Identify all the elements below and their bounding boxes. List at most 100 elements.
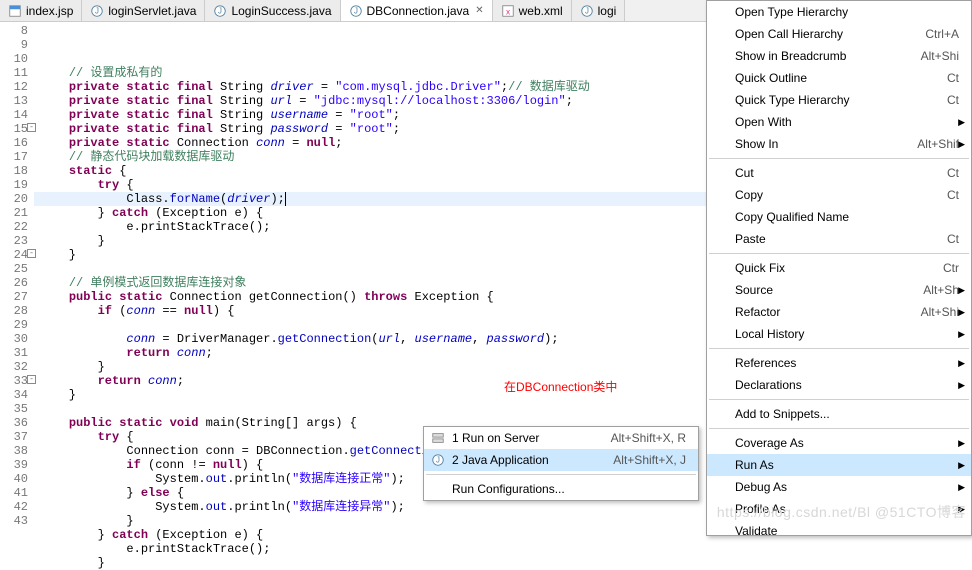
menu-item-label: Copy (735, 188, 763, 202)
shortcut: Alt+Shi (921, 49, 959, 63)
ctx-open-with[interactable]: Open With▶ (707, 111, 971, 133)
shortcut: Ct (947, 166, 959, 180)
ctx-declarations[interactable]: Declarations▶ (707, 374, 971, 396)
menu-item-label: Run As (735, 458, 774, 472)
shortcut: Alt+Shift+X, J (613, 453, 686, 467)
shortcut: Ct (947, 232, 959, 246)
svg-text:J: J (218, 6, 222, 15)
submenu-arrow-icon: ▶ (958, 482, 965, 493)
menu-item-label: References (735, 356, 796, 370)
menu-separator (426, 474, 696, 475)
menu-item-label: 2 Java Application (452, 453, 549, 467)
context-menu[interactable]: Open Type Hierarchy Open Call Hierarchy Ct… (706, 0, 972, 536)
submenu-arrow-icon: ▶ (958, 358, 965, 369)
code-line[interactable]: e.printStackTrace(); (34, 542, 972, 556)
menu-separator (709, 428, 969, 429)
menu-separator (709, 158, 969, 159)
tab-label: LoginSuccess.java (231, 4, 331, 18)
menu-item-label: Coverage As (735, 436, 804, 450)
run-as-submenu[interactable]: 1 Run on Server Alt+Shift+X, R J 2 Java App… (423, 426, 699, 501)
ctx-source[interactable]: Source Alt+Sh▶ (707, 279, 971, 301)
submenu-arrow-icon: ▶ (958, 380, 965, 391)
menu-item-label: Run Configurations... (452, 482, 565, 496)
ctx-copy[interactable]: Copy Ct (707, 184, 971, 206)
menu-separator (709, 253, 969, 254)
menu-item-label: Paste (735, 232, 766, 246)
tab-loginservlet-java[interactable]: JloginServlet.java (82, 0, 205, 21)
tab-dbconnection-java[interactable]: J DBConnection.java ✕ (341, 0, 493, 21)
ctx-open-type-hierarchy[interactable]: Open Type Hierarchy (707, 1, 971, 23)
svg-text:J: J (354, 6, 358, 15)
ctx-local-history[interactable]: Local History▶ (707, 323, 971, 345)
submenu-arrow-icon: ▶ (958, 285, 965, 296)
server-icon (430, 430, 446, 446)
ctx-open-call-hierarchy[interactable]: Open Call Hierarchy Ctrl+A (707, 23, 971, 45)
submenu-arrow-icon: ▶ (958, 307, 965, 318)
submenu-arrow-icon: ▶ (958, 117, 965, 128)
menu-separator (709, 348, 969, 349)
tab-logi[interactable]: Jlogi (572, 0, 626, 21)
shortcut: Ct (947, 188, 959, 202)
ctx-quick-type-hierarchy[interactable]: Quick Type HierarchyCt (707, 89, 971, 111)
shortcut: Alt+Sh (923, 283, 959, 297)
tab-label: web.xml (519, 4, 563, 18)
tab-index-jsp[interactable]: index.jsp (0, 0, 82, 21)
runas-2-java-application[interactable]: J 2 Java Application Alt+Shift+X, J (424, 449, 698, 471)
runas-1-run-on-server[interactable]: 1 Run on Server Alt+Shift+X, R (424, 427, 698, 449)
tab-label: index.jsp (26, 4, 73, 18)
close-icon[interactable]: ✕ (475, 5, 483, 16)
code-line[interactable]: } (34, 556, 972, 570)
shortcut: Ctr (943, 261, 959, 275)
tab-loginsuccess-java[interactable]: J LoginSuccess.java (205, 0, 340, 21)
submenu-arrow-icon: ▶ (958, 438, 965, 449)
menu-item-label: Source (735, 283, 773, 297)
submenu-arrow-icon: ▶ (958, 329, 965, 340)
submenu-arrow-icon: ▶ (958, 504, 965, 515)
ctx-coverage-as[interactable]: Coverage As ▶ (707, 432, 971, 454)
ctx-validate[interactable]: Validate (707, 520, 971, 542)
ctx-debug-as[interactable]: Debug As ▶ (707, 476, 971, 498)
tab-web-xml[interactable]: Xweb.xml (493, 0, 572, 21)
shortcut: Ctrl+A (925, 27, 959, 41)
file-icon: J (213, 4, 227, 18)
shortcut: Ct (947, 71, 959, 85)
ctx-references[interactable]: References ▶ (707, 352, 971, 374)
ctx-show-in[interactable]: Show InAlt+Shif▶ (707, 133, 971, 155)
java-icon: J (430, 452, 446, 468)
menu-item-label: Show In (735, 137, 778, 151)
file-icon: J (349, 4, 363, 18)
svg-text:J: J (585, 6, 589, 15)
menu-item-label: Quick Fix (735, 261, 785, 275)
ctx-paste[interactable]: Paste Ct (707, 228, 971, 250)
ctx-copy-qualified-name[interactable]: Copy Qualified Name (707, 206, 971, 228)
file-icon (8, 4, 22, 18)
svg-text:J: J (95, 6, 99, 15)
tab-label: DBConnection.java (367, 4, 470, 18)
submenu-arrow-icon: ▶ (958, 139, 965, 150)
shortcut: Alt+Shift+X, R (611, 431, 686, 445)
menu-item-label: Open Call Hierarchy (735, 27, 843, 41)
ctx-show-in-breadcrumb[interactable]: Show in Breadcrumb Alt+Shi (707, 45, 971, 67)
ctx-refactor[interactable]: Refactor Alt+Shi▶ (707, 301, 971, 323)
submenu-arrow-icon: ▶ (958, 460, 965, 471)
shortcut: Alt+Shi (921, 305, 959, 319)
file-icon: J (580, 4, 594, 18)
menu-item-label: Refactor (735, 305, 780, 319)
menu-item-label: Profile As (735, 502, 786, 516)
runas-run-configurations-[interactable]: Run Configurations... (424, 478, 698, 500)
ctx-run-as[interactable]: Run As ▶ (707, 454, 971, 476)
svg-text:J: J (436, 456, 440, 465)
menu-item-label: 1 Run on Server (452, 431, 539, 445)
menu-item-label: Show in Breadcrumb (735, 49, 846, 63)
ctx-quick-outline[interactable]: Quick OutlineCt (707, 67, 971, 89)
menu-item-label: Debug As (735, 480, 787, 494)
ctx-quick-fix[interactable]: Quick Fix Ctr (707, 257, 971, 279)
menu-item-label: Copy Qualified Name (735, 210, 849, 224)
tab-label: loginServlet.java (108, 4, 196, 18)
ctx-cut[interactable]: CutCt (707, 162, 971, 184)
ctx-add-to-snippets-[interactable]: Add to Snippets... (707, 403, 971, 425)
ctx-profile-as[interactable]: Profile As ▶ (707, 498, 971, 520)
line-gutter: 89101112131415-161718192021222324-252627… (0, 22, 34, 536)
svg-text:X: X (506, 9, 510, 16)
shortcut: Ct (947, 93, 959, 107)
